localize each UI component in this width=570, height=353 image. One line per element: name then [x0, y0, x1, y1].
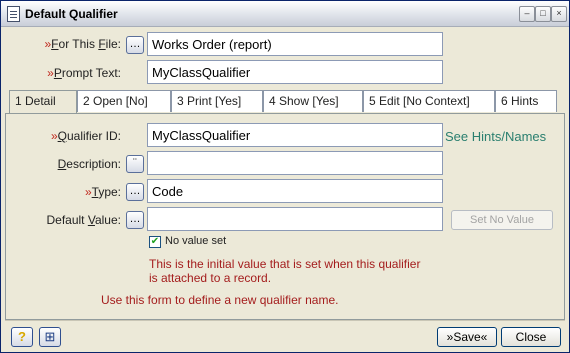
tab-edit[interactable]: 5 Edit [No Context]	[363, 90, 495, 112]
note-line-2: is attached to a record.	[149, 271, 272, 285]
see-hints-link[interactable]: See Hints/Names	[445, 129, 546, 144]
title-bar: Default Qualifier – □ ×	[1, 1, 569, 27]
no-value-checkbox[interactable]: ✔	[149, 236, 161, 248]
close-window-button[interactable]: ×	[551, 6, 567, 22]
footer-divider	[5, 320, 565, 321]
question-icon[interactable]: ?	[11, 327, 33, 347]
window-title: Default Qualifier	[25, 7, 118, 21]
type-field[interactable]: Code	[147, 179, 443, 203]
binoculars-icon[interactable]: ⊞	[39, 327, 61, 347]
document-icon	[7, 6, 20, 22]
for-file-field[interactable]: Works Order (report)	[147, 32, 443, 56]
type-lookup-button[interactable]: …	[126, 183, 144, 201]
default-value-lookup-button[interactable]: …	[126, 211, 144, 229]
close-button[interactable]: Close	[501, 327, 561, 347]
default-value-field[interactable]	[147, 207, 443, 231]
tab-open[interactable]: 2 Open [No]	[77, 90, 171, 112]
description-edit-button[interactable]: ¨	[126, 155, 144, 173]
description-label: Description:	[57, 157, 121, 171]
for-file-label: »For This File:	[44, 37, 121, 51]
tab-detail[interactable]: 1 Detail	[9, 90, 77, 114]
save-button[interactable]: »Save«	[437, 327, 497, 347]
type-label: »Type:	[84, 185, 121, 199]
qualifier-id-field[interactable]: MyClassQualifier	[147, 123, 443, 147]
tab-print[interactable]: 3 Print [Yes]	[171, 90, 263, 112]
tab-strip: 1 Detail 2 Open [No] 3 Print [Yes] 4 Sho…	[5, 90, 565, 114]
maximize-button[interactable]: □	[535, 6, 551, 22]
prompt-text-field[interactable]: MyClassQualifier	[147, 60, 443, 84]
tab-show[interactable]: 4 Show [Yes]	[263, 90, 363, 112]
dialog-window: Default Qualifier – □ × »For This File: …	[0, 0, 570, 353]
description-field[interactable]	[147, 151, 443, 175]
default-value-label: Default Value:	[46, 213, 121, 227]
note-line-1: This is the initial value that is set wh…	[149, 257, 421, 271]
prompt-text-label: »Prompt Text:	[47, 66, 121, 80]
minimize-button[interactable]: –	[519, 6, 535, 22]
form-help-text: Use this form to define a new qualifier …	[101, 293, 339, 307]
tab-hints[interactable]: 6 Hints	[495, 90, 557, 112]
for-file-lookup-button[interactable]: …	[126, 36, 144, 54]
set-no-value-button[interactable]: Set No Value	[451, 210, 553, 230]
no-value-label: No value set	[165, 235, 227, 247]
qualifier-id-label: »Qualifier ID:	[50, 129, 121, 143]
